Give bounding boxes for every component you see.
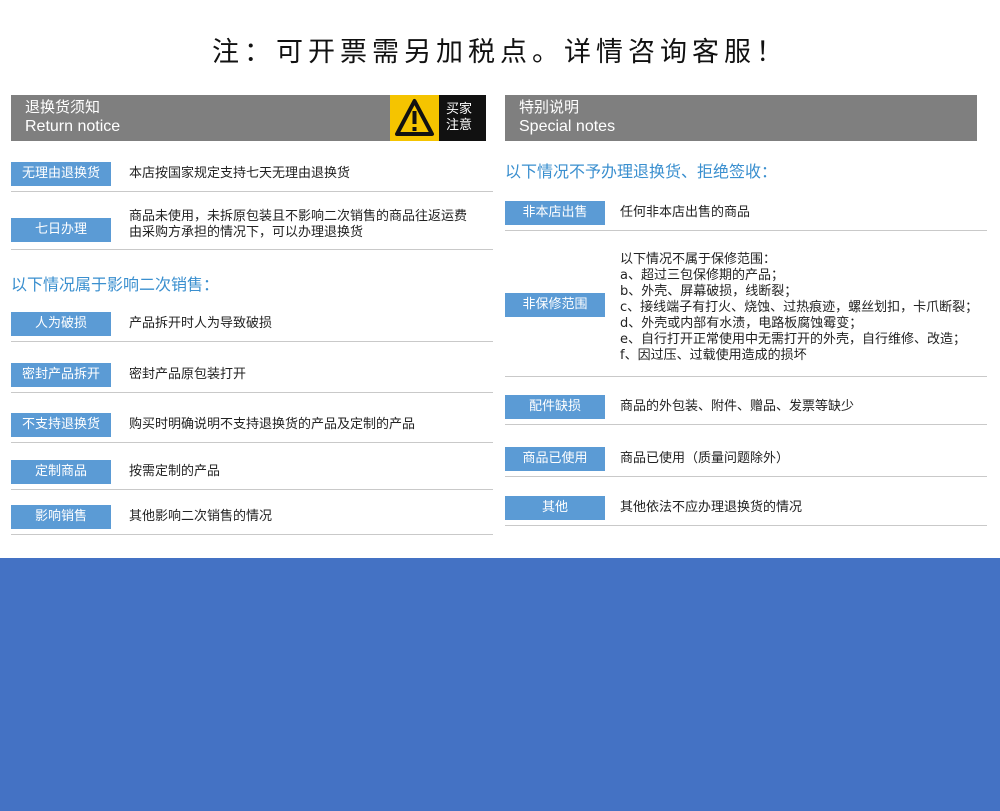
row-desc: 以下情况不属于保修范围： a、超过三包保修期的产品； b、外壳、屏幕破损，线断裂… <box>620 252 979 363</box>
list-item: 无理由退换货 本店按国家规定支持七天无理由退换货 <box>11 156 493 192</box>
special-notes-title-cn: 特别说明 <box>519 98 580 116</box>
warning-text-line1: 买家 <box>446 102 473 117</box>
list-item: 影响销售 其他影响二次销售的情况 <box>11 499 493 535</box>
return-notice-header: 退换货须知 Return notice <box>11 95 390 141</box>
return-notice-title-en: Return notice <box>25 118 121 135</box>
top-notice: 注：可开票需另加税点。详情咨询客服！ <box>212 37 788 68</box>
row-desc: 商品的外包装、附件、赠品、发票等缺少 <box>620 398 855 414</box>
row-tag: 定制商品 <box>11 459 111 484</box>
row-desc: 密封产品原包装打开 <box>129 366 247 382</box>
return-notice-title-cn: 退换货须知 <box>25 98 101 116</box>
row-tag: 不支持退换货 <box>11 412 111 437</box>
row-desc: 任何非本店出售的商品 <box>620 204 751 220</box>
row-tag: 其他 <box>505 495 605 520</box>
row-desc: 购买时明确说明不支持退换货的产品及定制的产品 <box>129 416 416 432</box>
row-desc: 其他影响二次销售的情况 <box>129 508 273 524</box>
row-desc: 本店按国家规定支持七天无理由退换货 <box>129 165 351 181</box>
row-desc: 按需定制的产品 <box>129 463 221 479</box>
row-desc: 其他依法不应办理退换货的情况 <box>620 499 803 515</box>
row-tag: 非本店出售 <box>505 200 605 225</box>
list-item: 人为破损 产品拆开时人为导致破损 <box>11 306 493 342</box>
row-desc: 产品拆开时人为导致破损 <box>129 315 273 331</box>
row-tag: 商品已使用 <box>505 446 605 471</box>
list-item: 不支持退换货 购买时明确说明不支持退换货的产品及定制的产品 <box>11 407 493 443</box>
row-tag: 密封产品拆开 <box>11 362 111 387</box>
bottom-blue-panel <box>0 558 1000 811</box>
list-item: 密封产品拆开 密封产品原包装打开 <box>11 357 493 393</box>
list-item: 配件缺损 商品的外包装、附件、赠品、发票等缺少 <box>505 389 987 425</box>
list-item: 非本店出售 任何非本店出售的商品 <box>505 195 987 231</box>
list-item: 定制商品 按需定制的产品 <box>11 454 493 490</box>
warning-icon <box>390 95 439 141</box>
special-notes-header: 特别说明 Special notes <box>505 95 977 141</box>
right-subheading: 以下情况不予办理退换货、拒绝签收： <box>505 162 778 181</box>
buyer-warning-badge: 买家 注意 <box>390 95 486 141</box>
list-item: 七日办理 商品未使用，未拆原包装且不影响二次销售的商品往返运费 由采购方承担的情… <box>11 200 493 250</box>
left-subheading: 以下情况属于影响二次销售： <box>11 275 220 294</box>
row-desc: 商品未使用，未拆原包装且不影响二次销售的商品往返运费 由采购方承担的情况下，可以… <box>129 208 468 240</box>
warning-text-line2: 注意 <box>446 118 473 133</box>
row-tag: 人为破损 <box>11 311 111 336</box>
row-tag: 影响销售 <box>11 504 111 529</box>
list-item: 商品已使用 商品已使用（质量问题除外） <box>505 441 987 477</box>
row-tag: 无理由退换货 <box>11 161 111 186</box>
row-tag: 七日办理 <box>11 217 111 242</box>
row-tag: 配件缺损 <box>505 394 605 419</box>
row-tag: 非保修范围 <box>505 293 605 317</box>
list-item: 非保修范围 以下情况不属于保修范围： a、超过三包保修期的产品； b、外壳、屏幕… <box>505 246 987 377</box>
special-notes-title-en: Special notes <box>519 118 616 135</box>
row-desc: 商品已使用（质量问题除外） <box>620 450 790 466</box>
list-item: 其他 其他依法不应办理退换货的情况 <box>505 490 987 526</box>
